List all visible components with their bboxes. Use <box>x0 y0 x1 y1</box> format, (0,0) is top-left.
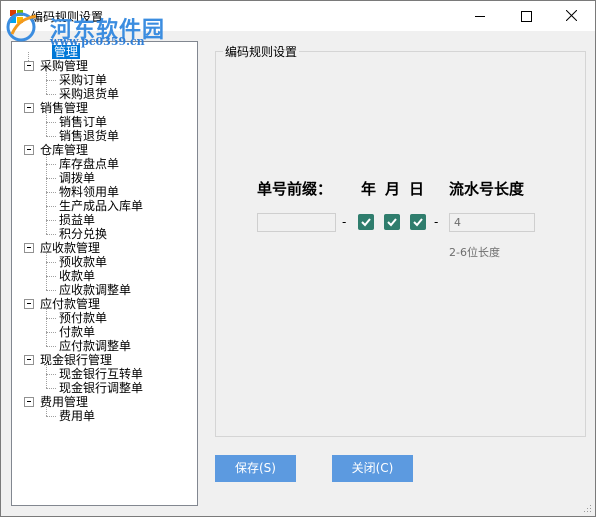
tree-connector <box>46 71 47 94</box>
tree-item-node[interactable]: 预收款单 <box>59 255 107 269</box>
minimize-icon <box>475 16 485 17</box>
save-button[interactable]: 保存(S) <box>215 455 296 482</box>
serial-length-hint: 2-6位长度 <box>449 246 500 259</box>
tree-item-node[interactable]: 现金银行互转单 <box>59 367 143 381</box>
month-label: 月 <box>385 180 401 198</box>
year-label: 年 <box>361 180 377 198</box>
tree-connector <box>46 234 56 235</box>
day-checkbox[interactable] <box>410 214 426 230</box>
tree-item-node[interactable]: 库存盘点单 <box>59 157 119 171</box>
prefix-label: 单号前缀： <box>257 180 333 198</box>
tree-connector <box>46 309 47 346</box>
tree-item-node[interactable]: 应付款调整单 <box>59 339 131 353</box>
serial-length-label: 流水号长度 <box>449 180 525 198</box>
tree-connector <box>46 374 56 375</box>
collapse-icon[interactable] <box>24 243 34 253</box>
tree-item-node[interactable]: 销售退货单 <box>59 129 119 143</box>
close-window-button[interactable] <box>549 1 595 31</box>
separator-dash: - <box>434 215 439 229</box>
month-checkbox[interactable] <box>384 214 400 230</box>
day-label: 日 <box>409 180 425 198</box>
tree-connector <box>46 276 56 277</box>
tree-connector <box>46 155 47 234</box>
tree-group-node[interactable]: 费用管理 <box>40 395 88 409</box>
tree-group-node[interactable]: 应付款管理 <box>40 297 100 311</box>
title-bar: 编码规则设置 <box>1 1 595 31</box>
tree-connector <box>46 253 47 290</box>
tree-connector <box>46 388 56 389</box>
tree-connector <box>46 407 47 416</box>
tree-item-node[interactable]: 物料领用单 <box>59 185 119 199</box>
tree-item-node[interactable]: 付款单 <box>59 325 95 339</box>
panel-title: 编码规则设置 <box>223 43 300 60</box>
tree-item-node[interactable]: 调拨单 <box>59 171 95 185</box>
minimize-button[interactable] <box>457 1 503 31</box>
tree-item-node[interactable]: 损益单 <box>59 213 95 227</box>
tree-connector <box>46 122 56 123</box>
tree-group-node[interactable]: 仓库管理 <box>40 143 88 157</box>
tree-item-node[interactable]: 生产成品入库单 <box>59 199 143 213</box>
tree-item-node[interactable]: 采购退货单 <box>59 87 119 101</box>
tree-connector <box>46 332 56 333</box>
maximize-icon <box>521 11 532 22</box>
tree-connector <box>46 178 56 179</box>
tree-connector <box>46 416 56 417</box>
resize-grip-icon[interactable] <box>582 503 592 513</box>
close-icon <box>566 10 577 21</box>
serial-length-input[interactable]: 4 <box>449 213 535 232</box>
tree-connector <box>46 220 56 221</box>
collapse-icon[interactable] <box>24 61 34 71</box>
tree-item-node[interactable]: 收款单 <box>59 269 95 283</box>
tree-item-node[interactable]: 销售订单 <box>59 115 107 129</box>
check-icon <box>387 218 397 227</box>
tree-connector <box>28 52 29 61</box>
tree-item-node[interactable]: 采购订单 <box>59 73 107 87</box>
tree-connector <box>46 164 56 165</box>
tree-group-node[interactable]: 销售管理 <box>40 101 88 115</box>
tree-connector <box>46 113 47 136</box>
check-icon <box>361 218 371 227</box>
tree-connector <box>46 136 56 137</box>
tree-connector <box>46 290 56 291</box>
tree-item-node[interactable]: 积分兑换 <box>59 227 107 241</box>
collapse-icon[interactable] <box>24 397 34 407</box>
prefix-input[interactable] <box>257 213 336 232</box>
tree-item-node[interactable]: 现金银行调整单 <box>59 381 143 395</box>
main-window: 编码规则设置 管理 采购管理 采购订单 采购退货单 销售管理 销售订单 销售退货单 仓库管理… <box>0 0 596 517</box>
tree-group-node[interactable]: 应收款管理 <box>40 241 100 255</box>
tree-item-node[interactable]: 应收款调整单 <box>59 283 131 297</box>
collapse-icon[interactable] <box>24 145 34 155</box>
year-checkbox[interactable] <box>358 214 374 230</box>
tree-connector <box>46 365 47 388</box>
separator-dash: - <box>342 215 347 229</box>
collapse-icon[interactable] <box>24 299 34 309</box>
rule-settings-group <box>215 51 586 437</box>
collapse-icon[interactable] <box>24 103 34 113</box>
tree-connector <box>46 80 56 81</box>
close-button[interactable]: 关闭(C) <box>332 455 413 482</box>
tree-root-node[interactable]: 管理 <box>52 45 81 59</box>
maximize-button[interactable] <box>503 1 549 31</box>
tree-connector <box>46 262 56 263</box>
tree-connector <box>46 346 56 347</box>
app-icon <box>10 10 23 23</box>
tree-connector <box>46 206 56 207</box>
window-title: 编码规则设置 <box>31 10 104 24</box>
tree-connector <box>46 192 56 193</box>
tree-group-node[interactable]: 采购管理 <box>40 59 88 73</box>
tree-item-node[interactable]: 预付款单 <box>59 311 107 325</box>
module-tree[interactable]: 管理 采购管理 采购订单 采购退货单 销售管理 销售订单 销售退货单 仓库管理 库存盘点单 调拨… <box>11 41 198 506</box>
tree-connector <box>46 94 56 95</box>
tree-group-node[interactable]: 现金银行管理 <box>40 353 112 367</box>
tree-item-node[interactable]: 费用单 <box>59 409 95 423</box>
collapse-icon[interactable] <box>24 355 34 365</box>
tree-connector <box>46 318 56 319</box>
check-icon <box>413 218 423 227</box>
